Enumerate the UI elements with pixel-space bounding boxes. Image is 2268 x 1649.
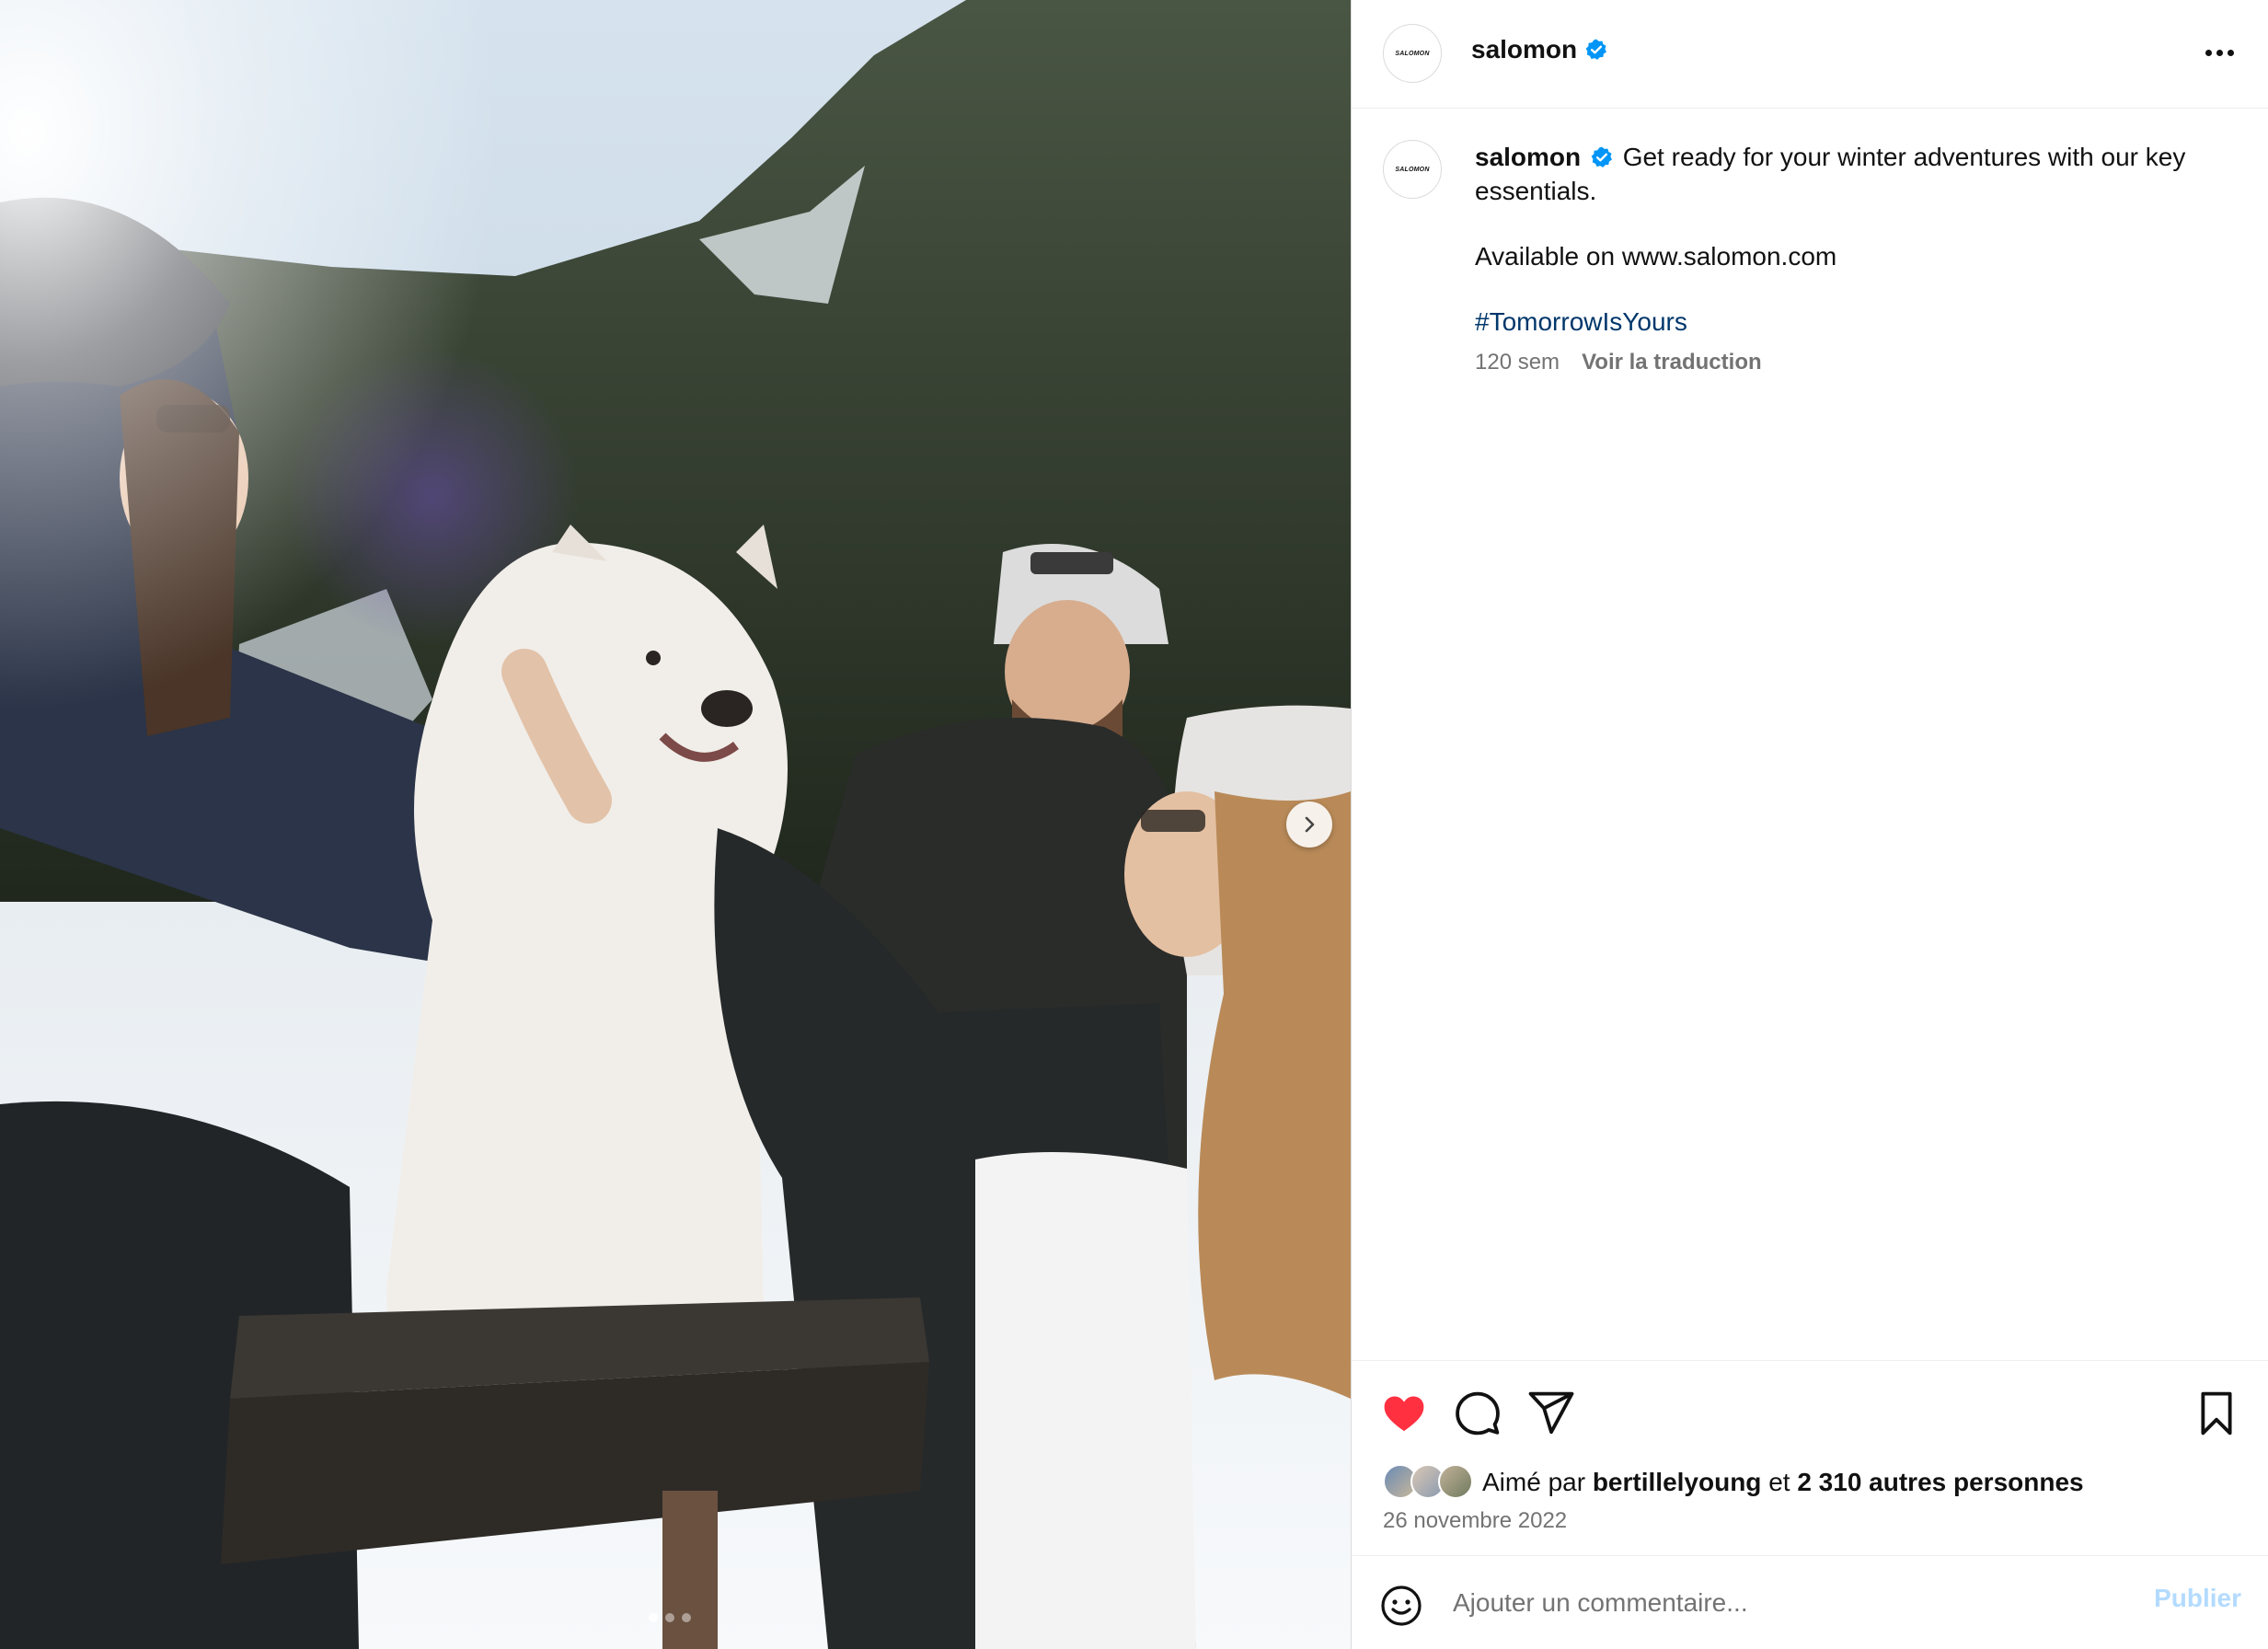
post-age: 120 sem (1475, 350, 1560, 375)
carousel-dot (682, 1613, 691, 1622)
caption-availability: Available on www.salomon.com (1475, 242, 1837, 271)
header-username[interactable]: salomon (1471, 35, 1577, 64)
caption-text: Get ready for your winter adventures wit… (1475, 143, 2186, 205)
avatar[interactable]: SALOMON (1383, 24, 1442, 83)
post-header: SALOMON salomon (1352, 0, 2268, 109)
more-horizontal-icon (2227, 49, 2234, 56)
caption-avatar[interactable]: SALOMON (1383, 140, 1442, 199)
post-actions: Aimé par bertillelyoung et 2 310 autres … (1352, 1360, 2268, 1555)
salomon-logo: SALOMON (1395, 166, 1430, 173)
send-icon (1528, 1391, 1574, 1435)
liker-avatars[interactable] (1383, 1464, 1475, 1501)
likes-summary: Aimé par bertillelyoung et 2 310 autres … (1383, 1464, 2084, 1501)
post-photo[interactable] (0, 0, 1351, 1649)
likes-prefix: Aimé par (1482, 1468, 1586, 1496)
verified-badge-icon (1585, 39, 1607, 60)
post-side-panel: SALOMON salomon SALOMON salomon Get read… (1351, 0, 2268, 1649)
comment-input[interactable] (1453, 1580, 2097, 1626)
verified-badge-icon (1591, 146, 1612, 167)
comment-composer: Publier (1352, 1555, 2268, 1649)
like-button[interactable] (1379, 1389, 1429, 1438)
comment-button[interactable] (1453, 1389, 1502, 1438)
more-horizontal-icon (2216, 49, 2223, 56)
carousel-dot (665, 1613, 674, 1622)
carousel-indicator (649, 1613, 691, 1622)
caption-username[interactable]: salomon (1475, 143, 1581, 171)
post-caption: salomon Get ready for your winter advent… (1475, 140, 2239, 339)
publish-button[interactable]: Publier (2154, 1584, 2241, 1613)
emoji-button[interactable] (1379, 1584, 1423, 1628)
heart-filled-icon (1384, 1396, 1424, 1432)
likes-count[interactable]: 2 310 autres personnes (1797, 1468, 2083, 1497)
salomon-logo: SALOMON (1395, 50, 1430, 57)
avatar (1438, 1464, 1473, 1499)
more-options-button[interactable] (2201, 39, 2238, 66)
see-translation-button[interactable]: Voir la traduction (1582, 350, 1762, 375)
hashtag-link[interactable]: #TomorrowIsYours (1475, 305, 1687, 339)
share-button[interactable] (1526, 1389, 1576, 1438)
carousel-next-button[interactable] (1286, 801, 1332, 848)
bookmark-icon (2201, 1391, 2232, 1436)
liker-username[interactable]: bertillelyoung (1593, 1468, 1762, 1497)
save-button[interactable] (2192, 1389, 2241, 1438)
carousel-dot (649, 1613, 658, 1622)
chevron-right-icon (1305, 816, 1315, 833)
smiley-icon (1381, 1586, 1422, 1626)
post-date[interactable]: 26 novembre 2022 (1383, 1508, 1567, 1534)
caption-meta: 120 sem Voir la traduction (1475, 350, 1762, 375)
comment-icon (1456, 1391, 1500, 1436)
winter-scene-image (0, 0, 1351, 1649)
likes-joiner: et (1768, 1468, 1790, 1496)
caption-area: SALOMON salomon Get ready for your winte… (1352, 109, 2268, 1360)
header-username-group: salomon (1471, 35, 1608, 64)
more-horizontal-icon (2205, 49, 2212, 56)
